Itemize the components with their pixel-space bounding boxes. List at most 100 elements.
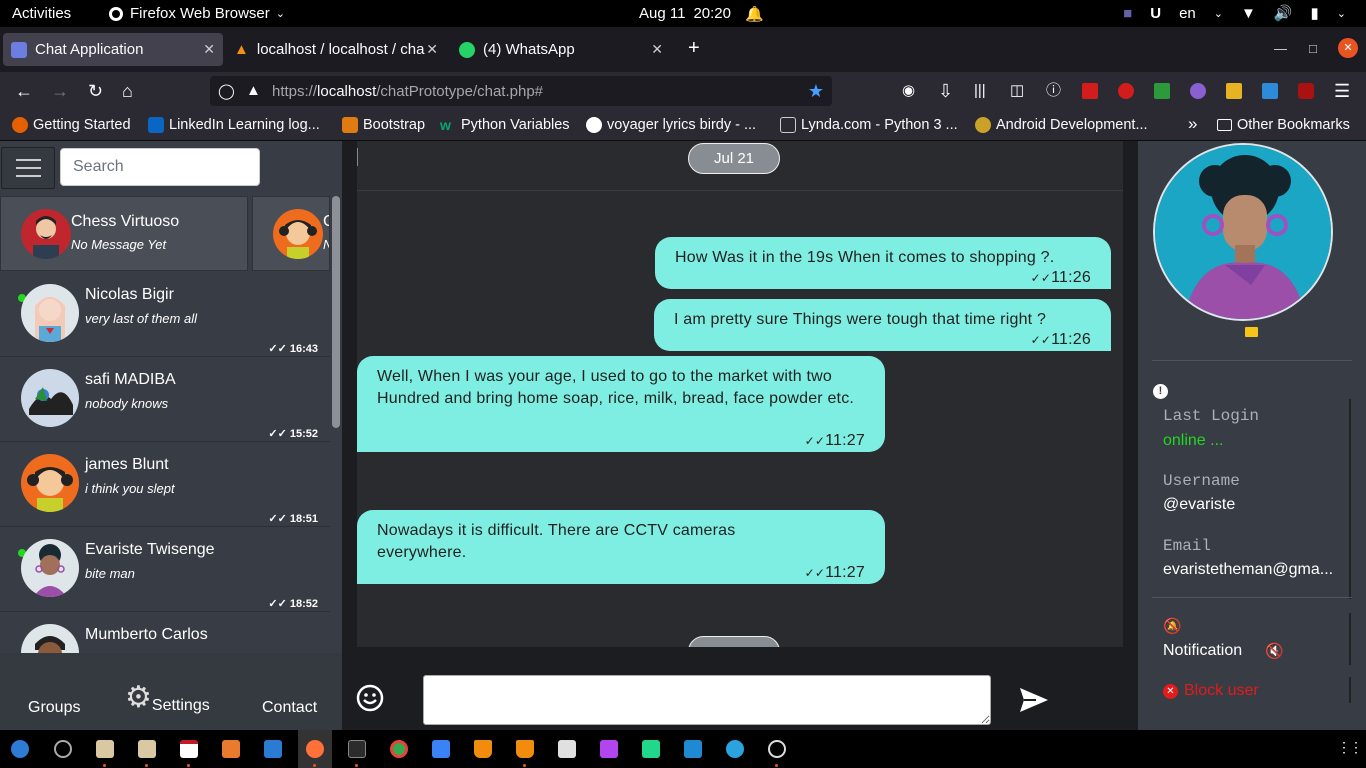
show-apps-icon[interactable]: ⋮⋮⋮	[1337, 739, 1366, 756]
settings-label: Settings	[151, 697, 210, 714]
forward-arrow-icon[interactable]: →	[51, 81, 69, 101]
phpstorm-icon[interactable]	[600, 740, 618, 758]
close-icon[interactable]: ✕	[651, 41, 663, 58]
jetbrains-icon[interactable]	[642, 740, 660, 758]
block-user-button[interactable]: ✕ Block user	[1138, 677, 1351, 703]
send-icon[interactable]	[1018, 686, 1050, 714]
hamburger-menu-icon[interactable]: ☰	[1334, 81, 1350, 101]
list-item[interactable]: Mumberto Carlos	[0, 612, 330, 653]
extension-icon[interactable]	[1262, 83, 1278, 99]
search-input[interactable]	[60, 148, 260, 186]
bookmark-getting-started[interactable]: Getting Started	[12, 117, 131, 133]
time-label: 11:27	[825, 564, 865, 581]
bookmark-lynda[interactable]: Lynda.com - Python 3 ...	[780, 117, 958, 133]
minimize-button[interactable]: —	[1274, 41, 1287, 56]
ublock-icon[interactable]	[1298, 83, 1314, 99]
list-item[interactable]: Evariste Twisenge bite man ✓✓ 18:52	[0, 527, 330, 612]
calendar-icon[interactable]	[180, 740, 198, 758]
sidebar-icon[interactable]: ◫	[1010, 81, 1024, 101]
message-bubble-received[interactable]: Nowadays it is difficult. There are CCTV…	[357, 510, 885, 584]
date-separator	[688, 636, 780, 647]
bookmark-voyager-lyrics[interactable]: voyager lyrics birdy - ...	[586, 117, 756, 133]
tab-chat-application[interactable]: Chat Application ✕	[3, 33, 223, 66]
back-arrow-icon[interactable]: ←	[15, 81, 33, 101]
extension-icon[interactable]	[1154, 83, 1170, 99]
mute-toggle-icon[interactable]: 🔇	[1265, 642, 1284, 660]
download-icon[interactable]: ⇩	[938, 81, 953, 101]
pocket-icon[interactable]: ◉	[902, 81, 915, 101]
info-icon: !	[1153, 384, 1168, 399]
app-icon[interactable]	[768, 740, 786, 758]
document-icon[interactable]	[222, 740, 240, 758]
groups-button[interactable]: Groups	[28, 699, 80, 717]
close-icon[interactable]: ✕	[203, 41, 215, 58]
terminal-icon[interactable]	[348, 740, 366, 758]
tab-whatsapp[interactable]: (4) WhatsApp ✕	[451, 33, 671, 66]
page-icon	[780, 117, 796, 133]
bookmark-bootstrap[interactable]: Bootstrap	[342, 117, 425, 133]
list-item[interactable]: james Blunt i think you slept ✓✓ 18:51	[0, 442, 330, 527]
bookmarks-overflow-button[interactable]: »	[1188, 114, 1197, 134]
extension-icon[interactable]	[1190, 83, 1206, 99]
message-text: How Was it in the 19s When it comes to s…	[675, 249, 1055, 266]
url-bar[interactable]: ◯ ▲ https://localhost/chatPrototype/chat…	[210, 76, 832, 106]
system-tray[interactable]: ■ U en ⌄ ▼ 🔊 ▮ ⌄	[1123, 4, 1346, 23]
message-list[interactable]: Jul 21 How Was it in the 19s When it com…	[357, 141, 1123, 647]
message-input[interactable]	[423, 675, 991, 725]
home-icon[interactable]: ⌂	[122, 81, 133, 101]
writer-icon[interactable]	[264, 740, 282, 758]
vscode-icon[interactable]	[684, 740, 702, 758]
close-icon[interactable]: ✕	[426, 41, 438, 58]
close-window-button[interactable]: ✕	[1338, 38, 1358, 58]
contact-button[interactable]: Contact	[262, 699, 317, 717]
info-icon[interactable]: ⓘ	[1046, 81, 1061, 101]
list-item[interactable]: safi MADIBA nobody knows ✓✓ 15:52	[0, 357, 330, 442]
bookmark-android-development[interactable]: Android Development...	[975, 117, 1148, 133]
last-message: bite man	[85, 566, 135, 581]
activities-button[interactable]: Activities	[12, 5, 71, 22]
scrollbar[interactable]	[332, 196, 340, 428]
settings-button[interactable]: ⚙ Settings	[125, 683, 210, 715]
double-check-icon: ✓✓	[1030, 271, 1052, 285]
firefox-icon[interactable]	[306, 740, 324, 758]
library-icon[interactable]: |||	[974, 81, 986, 101]
extension-icon[interactable]	[1118, 83, 1134, 99]
app-icon[interactable]	[558, 740, 576, 758]
maximize-button[interactable]: □	[1309, 41, 1317, 56]
last-message: nobody knows	[85, 396, 169, 411]
files-icon[interactable]	[96, 740, 114, 758]
mail-icon[interactable]	[1245, 327, 1258, 337]
favorite-contact[interactable]: C N	[252, 196, 330, 271]
app-menu[interactable]: Firefox Web Browser ⌄	[108, 5, 285, 22]
bookmark-python-variables[interactable]: w Python Variables	[440, 117, 570, 133]
reload-icon[interactable]: ↻	[88, 81, 103, 101]
avatar	[21, 209, 71, 259]
text-editor-icon[interactable]	[432, 740, 450, 758]
settings-app-icon[interactable]	[54, 740, 72, 758]
star-icon[interactable]: ★	[808, 81, 824, 102]
new-tab-button[interactable]: +	[688, 37, 700, 60]
bookmark-linkedin[interactable]: LinkedIn Learning log...	[148, 117, 320, 133]
tab-phpmyadmin[interactable]: ▲ localhost / localhost / cha ✕	[226, 33, 446, 66]
message-bubble-sent[interactable]: How Was it in the 19s When it comes to s…	[655, 237, 1111, 289]
vlc-icon[interactable]	[474, 740, 492, 758]
other-bookmarks[interactable]: Other Bookmarks	[1217, 117, 1350, 133]
message-bubble-sent[interactable]: I am pretty sure Things were tough that …	[654, 299, 1111, 351]
language-indicator[interactable]: en	[1179, 5, 1196, 22]
help-icon[interactable]	[11, 740, 29, 758]
clock[interactable]: Aug 11 20:20 🔔	[639, 5, 764, 23]
message-time: ✓✓11:27	[805, 562, 865, 584]
extension-icon[interactable]	[1082, 83, 1098, 99]
telegram-icon[interactable]	[726, 740, 744, 758]
emoji-icon[interactable]	[356, 684, 384, 712]
message-text: Well, When I was your age, I used to go …	[377, 368, 855, 407]
vlc-icon[interactable]	[516, 740, 534, 758]
list-item[interactable]: Nicolas Bigir very last of them all ✓✓ 1…	[0, 272, 330, 357]
extension-icon[interactable]	[1226, 83, 1242, 99]
message-bubble-received[interactable]: Well, When I was your age, I used to go …	[357, 356, 885, 452]
favorite-contact[interactable]: Chess Virtuoso No Message Yet	[0, 196, 248, 271]
menu-toggle-button[interactable]	[1, 147, 55, 189]
chrome-icon[interactable]	[390, 740, 408, 758]
files-icon[interactable]	[138, 740, 156, 758]
linkedin-icon	[148, 117, 164, 133]
